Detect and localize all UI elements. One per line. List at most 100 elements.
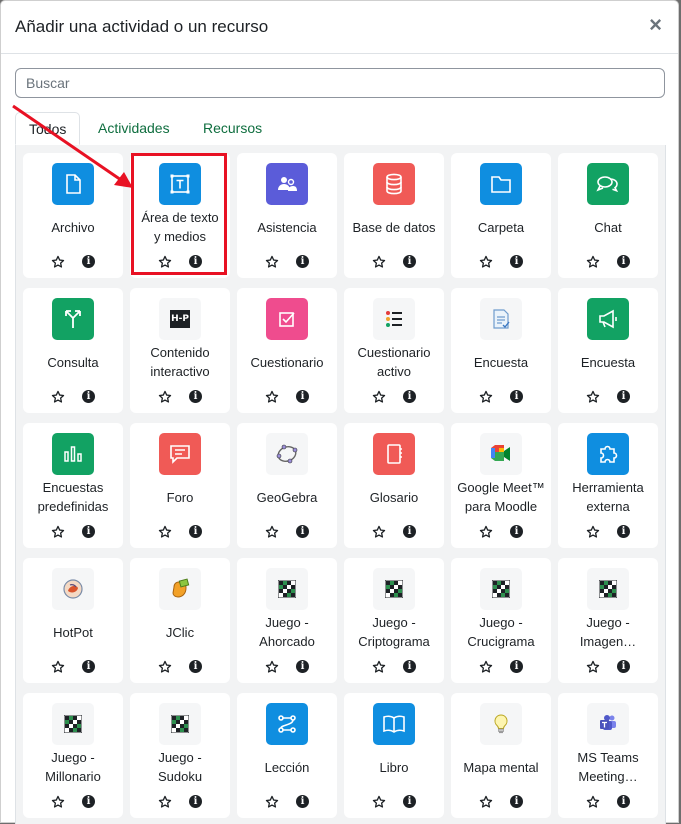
info-icon[interactable]: i — [296, 255, 309, 268]
star-icon[interactable] — [158, 795, 172, 809]
info-icon[interactable]: i — [510, 255, 523, 268]
star-icon[interactable] — [158, 390, 172, 404]
star-icon[interactable] — [51, 390, 65, 404]
activity-card-label: JClic — [130, 612, 230, 652]
activity-card-carpeta[interactable]: Carpeta i — [451, 153, 551, 278]
activity-card-juego-sudoku[interactable]: Juego - Sudoku i — [130, 693, 230, 818]
info-icon[interactable]: i — [189, 795, 202, 808]
star-icon[interactable] — [158, 525, 172, 539]
activity-card-cuestionario-activo[interactable]: Cuestionario activo i — [344, 288, 444, 413]
activity-card-cuestionario[interactable]: Cuestionario i — [237, 288, 337, 413]
activity-card-geogebra[interactable]: GeoGebra i — [237, 423, 337, 548]
star-icon[interactable] — [265, 390, 279, 404]
star-icon[interactable] — [265, 660, 279, 674]
info-icon[interactable]: i — [189, 390, 202, 403]
star-icon[interactable] — [158, 255, 172, 269]
activity-card-juego-millonario[interactable]: Juego - Millonario i — [23, 693, 123, 818]
activity-card-jclic[interactable]: JClic i — [130, 558, 230, 683]
activity-card-archivo[interactable]: Archivo i — [23, 153, 123, 278]
star-icon[interactable] — [51, 255, 65, 269]
info-icon[interactable]: i — [189, 255, 202, 268]
info-icon[interactable]: i — [403, 660, 416, 673]
info-icon[interactable]: i — [510, 390, 523, 403]
star-icon[interactable] — [479, 795, 493, 809]
activity-card-juego-ahorcado[interactable]: Juego - Ahorcado i — [237, 558, 337, 683]
info-icon[interactable]: i — [82, 255, 95, 268]
star-icon[interactable] — [372, 390, 386, 404]
info-icon[interactable]: i — [617, 255, 630, 268]
star-icon[interactable] — [586, 255, 600, 269]
star-icon[interactable] — [51, 660, 65, 674]
activity-card-mapa-mental[interactable]: Mapa mental i — [451, 693, 551, 818]
activity-card-encuestas-predefinidas[interactable]: Encuestas predefinidas i — [23, 423, 123, 548]
activity-card-juego-imagen[interactable]: Juego - Imagen… i — [558, 558, 658, 683]
star-icon[interactable] — [265, 795, 279, 809]
info-icon[interactable]: i — [403, 525, 416, 538]
info-icon[interactable]: i — [510, 660, 523, 673]
activity-card-herramienta-externa[interactable]: Herramienta externa i — [558, 423, 658, 548]
activity-card-label: Juego - Criptograma — [344, 612, 444, 652]
activity-card-contenido-interactivo[interactable]: H-P Contenido interactivo i — [130, 288, 230, 413]
star-icon[interactable] — [586, 525, 600, 539]
info-icon[interactable]: i — [617, 660, 630, 673]
close-button[interactable]: × — [649, 14, 662, 36]
info-icon[interactable]: i — [82, 660, 95, 673]
activity-card-google-meet[interactable]: Google Meet™ para Moodle i — [451, 423, 551, 548]
activity-card-hotpot[interactable]: HotPot i — [23, 558, 123, 683]
star-icon[interactable] — [51, 795, 65, 809]
activity-card-juego-criptograma[interactable]: Juego - Criptograma i — [344, 558, 444, 683]
star-icon[interactable] — [51, 525, 65, 539]
star-icon[interactable] — [479, 525, 493, 539]
info-icon[interactable]: i — [296, 390, 309, 403]
info-icon[interactable]: i — [403, 795, 416, 808]
info-icon[interactable]: i — [296, 795, 309, 808]
activity-card-consulta[interactable]: Consulta i — [23, 288, 123, 413]
tab-recursos[interactable]: Recursos — [203, 112, 262, 145]
info-icon[interactable]: i — [189, 660, 202, 673]
activity-card-leccion[interactable]: Lección i — [237, 693, 337, 818]
add-activity-modal: Añadir una actividad o un recurso × Todo… — [0, 0, 679, 824]
activity-card-asistencia[interactable]: Asistencia i — [237, 153, 337, 278]
star-icon[interactable] — [265, 255, 279, 269]
activity-card-base-datos[interactable]: Base de datos i — [344, 153, 444, 278]
activity-card-label-line2: para Moodle — [464, 499, 538, 514]
star-icon[interactable] — [372, 525, 386, 539]
info-icon[interactable]: i — [617, 795, 630, 808]
activity-card-foro[interactable]: Foro i — [130, 423, 230, 548]
star-icon[interactable] — [586, 390, 600, 404]
info-icon[interactable]: i — [403, 255, 416, 268]
star-icon[interactable] — [586, 795, 600, 809]
info-icon[interactable]: i — [82, 390, 95, 403]
activity-card-libro[interactable]: Libro i — [344, 693, 444, 818]
star-icon[interactable] — [586, 660, 600, 674]
info-icon[interactable]: i — [403, 390, 416, 403]
tab-actividades[interactable]: Actividades — [98, 112, 170, 145]
activity-card-chat[interactable]: Chat i — [558, 153, 658, 278]
info-icon[interactable]: i — [510, 525, 523, 538]
info-icon[interactable]: i — [617, 390, 630, 403]
activity-card-glosario[interactable]: Glosario i — [344, 423, 444, 548]
star-icon[interactable] — [479, 255, 493, 269]
info-icon[interactable]: i — [82, 525, 95, 538]
info-icon[interactable]: i — [510, 795, 523, 808]
activity-card-encuesta-2[interactable]: Encuesta i — [558, 288, 658, 413]
activity-card-area-texto[interactable]: Área de texto y medios i — [130, 153, 230, 278]
info-icon[interactable]: i — [82, 795, 95, 808]
activity-card-ms-teams[interactable]: MS Teams Meeting… i — [558, 693, 658, 818]
star-icon[interactable] — [158, 660, 172, 674]
info-icon[interactable]: i — [617, 525, 630, 538]
info-icon[interactable]: i — [296, 525, 309, 538]
info-icon[interactable]: i — [189, 525, 202, 538]
star-icon[interactable] — [372, 660, 386, 674]
star-icon[interactable] — [265, 525, 279, 539]
activity-card-juego-crucigrama[interactable]: Juego - Crucigrama i — [451, 558, 551, 683]
activity-card-label: Contenido interactivo — [130, 342, 230, 382]
star-icon[interactable] — [479, 390, 493, 404]
tab-todos[interactable]: Todos — [15, 112, 81, 145]
star-icon[interactable] — [372, 255, 386, 269]
activity-card-encuesta-1[interactable]: Encuesta i — [451, 288, 551, 413]
star-icon[interactable] — [479, 660, 493, 674]
star-icon[interactable] — [372, 795, 386, 809]
info-icon[interactable]: i — [296, 660, 309, 673]
search-input[interactable] — [15, 68, 665, 98]
